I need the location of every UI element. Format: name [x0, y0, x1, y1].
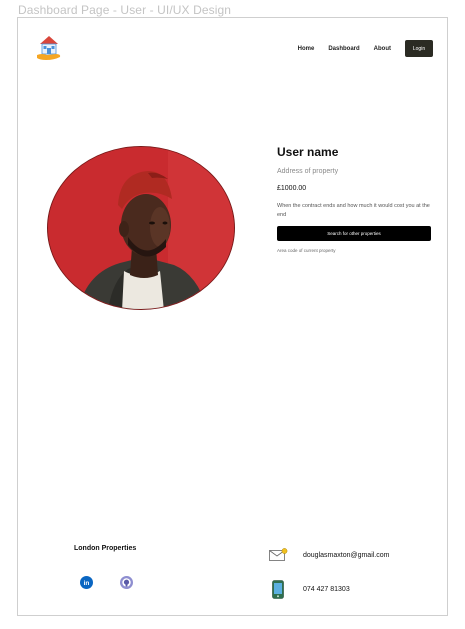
property-address: Address of property: [277, 168, 339, 175]
user-name-heading: User name: [277, 145, 339, 159]
svg-text:in: in: [84, 580, 90, 587]
house-in-hand-icon[interactable]: [36, 34, 62, 62]
top-nav: Home Dashboard About Login: [298, 40, 433, 57]
search-properties-button[interactable]: Search for other properties: [277, 226, 431, 241]
contact-email[interactable]: douglasmaxton@gmail.com: [303, 552, 389, 559]
page-caption: Dashboard Page - User - UI/UX Design: [18, 3, 232, 17]
contact-phone[interactable]: 074 427 81303: [303, 586, 350, 593]
phone-icon: [272, 580, 284, 599]
nav-dashboard-link[interactable]: Dashboard: [328, 46, 359, 52]
portrait-image: [48, 147, 234, 309]
linkedin-icon[interactable]: in: [80, 576, 93, 589]
profile-photo: [47, 146, 235, 310]
email-icon: [269, 548, 288, 561]
footer-brand: London Properties: [74, 545, 137, 552]
area-code-label: Area code of current property: [277, 248, 336, 253]
nav-home-link[interactable]: Home: [298, 46, 315, 52]
login-button[interactable]: Login: [405, 40, 433, 57]
dashboard-frame: Home Dashboard About Login User name Add…: [17, 17, 448, 616]
property-price: £1000.00: [277, 185, 307, 192]
nav-about-link[interactable]: About: [374, 46, 391, 52]
contract-note: When the contract ends and how much it w…: [277, 203, 430, 218]
profile-info: User name Address of property £1000.00 W…: [277, 145, 432, 253]
github-icon[interactable]: [120, 576, 133, 589]
